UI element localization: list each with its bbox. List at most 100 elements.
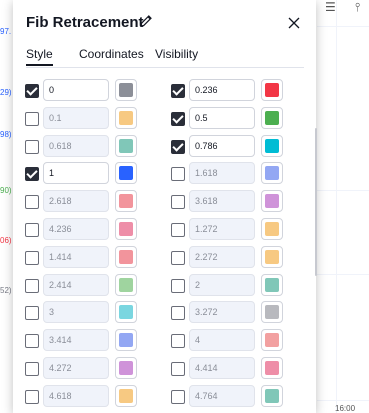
level-value-input[interactable]: 4.764 bbox=[189, 385, 255, 407]
price-label: 29) bbox=[0, 88, 12, 97]
level-value-input[interactable]: 2.272 bbox=[189, 246, 255, 268]
level-color-picker[interactable] bbox=[261, 162, 283, 184]
level-color-picker[interactable] bbox=[115, 190, 137, 212]
level-color-picker[interactable] bbox=[261, 274, 283, 296]
level-value-input[interactable]: 2.618 bbox=[43, 190, 109, 212]
level-color-picker[interactable] bbox=[115, 301, 137, 323]
chart-grid-line bbox=[317, 26, 369, 27]
level-color-picker[interactable] bbox=[115, 246, 137, 268]
level-checkbox[interactable] bbox=[25, 84, 39, 98]
level-checkbox[interactable] bbox=[171, 195, 185, 209]
tab-visibility[interactable]: Visibility bbox=[155, 47, 198, 61]
level-value-input[interactable]: 2 bbox=[189, 274, 255, 296]
level-color-picker[interactable] bbox=[261, 329, 283, 351]
level-color-picker[interactable] bbox=[115, 329, 137, 351]
fib-level-row: 4.236 bbox=[25, 218, 165, 240]
level-value-input[interactable]: 1.618 bbox=[189, 162, 255, 184]
level-checkbox[interactable] bbox=[171, 112, 185, 126]
color-swatch bbox=[265, 222, 279, 236]
tab-style[interactable]: Style bbox=[26, 47, 53, 66]
level-value-input[interactable]: 3.272 bbox=[189, 301, 255, 323]
fib-level-row: 4.764 bbox=[171, 385, 311, 407]
level-checkbox[interactable] bbox=[25, 334, 39, 348]
level-checkbox[interactable] bbox=[25, 251, 39, 265]
level-color-picker[interactable] bbox=[261, 385, 283, 407]
level-checkbox[interactable] bbox=[171, 251, 185, 265]
level-value-input[interactable]: 3 bbox=[43, 301, 109, 323]
price-label: 90) bbox=[0, 186, 12, 195]
level-color-picker[interactable] bbox=[261, 218, 283, 240]
dialog-title: Fib Retracement bbox=[26, 14, 144, 31]
level-checkbox[interactable] bbox=[171, 167, 185, 181]
level-checkbox[interactable] bbox=[25, 223, 39, 237]
scrollbar[interactable] bbox=[315, 128, 317, 276]
level-checkbox[interactable] bbox=[25, 195, 39, 209]
level-checkbox[interactable] bbox=[25, 112, 39, 126]
color-swatch bbox=[265, 305, 279, 319]
fib-level-row: 0.786 bbox=[171, 135, 311, 157]
level-color-picker[interactable] bbox=[115, 135, 137, 157]
level-checkbox[interactable] bbox=[171, 140, 185, 154]
level-checkbox[interactable] bbox=[171, 390, 185, 404]
level-value-input[interactable]: 4 bbox=[189, 329, 255, 351]
fib-level-row: 3.414 bbox=[25, 329, 165, 351]
close-icon[interactable] bbox=[287, 16, 301, 30]
level-checkbox[interactable] bbox=[171, 362, 185, 376]
color-swatch bbox=[119, 222, 133, 236]
level-value-input[interactable]: 4.236 bbox=[43, 218, 109, 240]
level-color-picker[interactable] bbox=[115, 385, 137, 407]
level-value-input[interactable]: 4.414 bbox=[189, 357, 255, 379]
level-value-input[interactable]: 4.272 bbox=[43, 357, 109, 379]
level-color-picker[interactable] bbox=[261, 357, 283, 379]
level-checkbox[interactable] bbox=[25, 390, 39, 404]
level-color-picker[interactable] bbox=[261, 79, 283, 101]
level-value-input[interactable]: 3.618 bbox=[189, 190, 255, 212]
filter-icon[interactable]: ⫯ bbox=[355, 0, 360, 15]
level-checkbox[interactable] bbox=[25, 167, 39, 181]
level-color-picker[interactable] bbox=[115, 107, 137, 129]
level-value-input[interactable]: 0.5 bbox=[189, 107, 255, 129]
level-checkbox[interactable] bbox=[25, 279, 39, 293]
level-value-input[interactable]: 0.618 bbox=[43, 135, 109, 157]
chart-grid-line bbox=[336, 0, 337, 413]
level-checkbox[interactable] bbox=[171, 334, 185, 348]
level-value-input[interactable]: 0.786 bbox=[189, 135, 255, 157]
fib-level-row: 2.618 bbox=[25, 190, 165, 212]
color-swatch bbox=[119, 361, 133, 375]
level-value-input[interactable]: 1.272 bbox=[189, 218, 255, 240]
color-swatch bbox=[119, 250, 133, 264]
level-checkbox[interactable] bbox=[25, 140, 39, 154]
level-color-picker[interactable] bbox=[261, 135, 283, 157]
level-color-picker[interactable] bbox=[115, 218, 137, 240]
level-checkbox[interactable] bbox=[25, 306, 39, 320]
level-checkbox[interactable] bbox=[171, 279, 185, 293]
level-color-picker[interactable] bbox=[115, 274, 137, 296]
level-color-picker[interactable] bbox=[115, 357, 137, 379]
level-value-input[interactable]: 1.414 bbox=[43, 246, 109, 268]
level-color-picker[interactable] bbox=[115, 162, 137, 184]
level-value-input[interactable]: 0 bbox=[43, 79, 109, 101]
level-color-picker[interactable] bbox=[261, 246, 283, 268]
color-swatch bbox=[119, 278, 133, 292]
level-color-picker[interactable] bbox=[115, 79, 137, 101]
level-value-input[interactable]: 1 bbox=[43, 162, 109, 184]
level-checkbox[interactable] bbox=[171, 84, 185, 98]
level-color-picker[interactable] bbox=[261, 301, 283, 323]
color-swatch bbox=[265, 389, 279, 403]
level-value-input[interactable]: 2.414 bbox=[43, 274, 109, 296]
tab-coordinates[interactable]: Coordinates bbox=[79, 47, 144, 61]
pencil-icon[interactable] bbox=[138, 13, 154, 29]
level-checkbox[interactable] bbox=[25, 362, 39, 376]
level-checkbox[interactable] bbox=[171, 223, 185, 237]
tab-bar: Style Coordinates Visibility bbox=[26, 47, 304, 68]
level-value-input[interactable]: 4.618 bbox=[43, 385, 109, 407]
level-color-picker[interactable] bbox=[261, 107, 283, 129]
color-swatch bbox=[119, 194, 133, 208]
level-value-input[interactable]: 0.1 bbox=[43, 107, 109, 129]
level-checkbox[interactable] bbox=[171, 306, 185, 320]
list-icon[interactable]: ☰ bbox=[325, 0, 336, 14]
level-value-input[interactable]: 3.414 bbox=[43, 329, 109, 351]
fib-retracement-dialog: Fib Retracement Style Coordinates Visibi… bbox=[13, 0, 317, 413]
level-value-input[interactable]: 0.236 bbox=[189, 79, 255, 101]
level-color-picker[interactable] bbox=[261, 190, 283, 212]
